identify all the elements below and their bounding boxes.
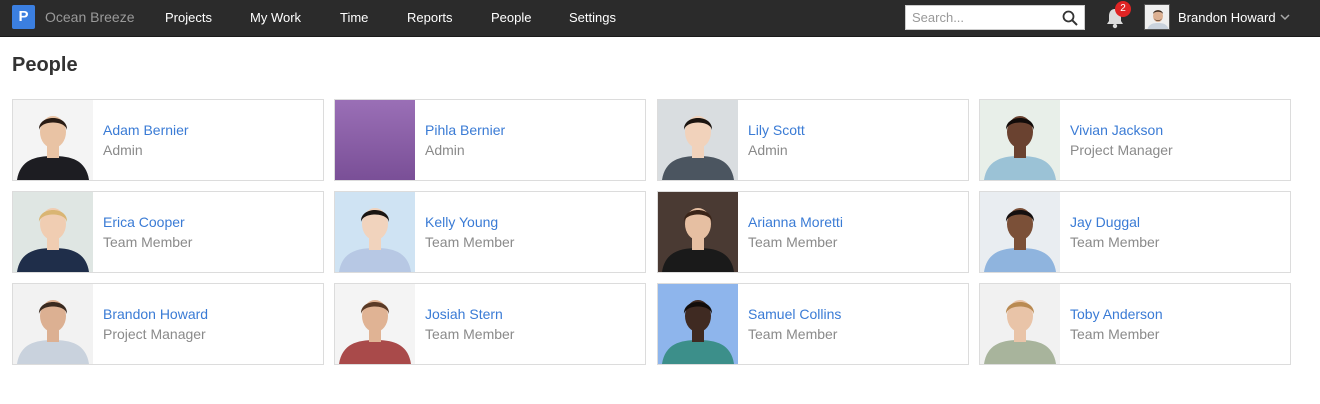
- page-title: People: [12, 54, 78, 76]
- person-card[interactable]: Erica Cooper Team Member: [12, 191, 324, 273]
- person-card[interactable]: Samuel Collins Team Member: [657, 283, 969, 365]
- person-role: Team Member: [748, 234, 838, 250]
- nav-projects[interactable]: Projects: [165, 10, 212, 25]
- person-name-link[interactable]: Adam Bernier: [103, 122, 189, 138]
- person-card[interactable]: Toby Anderson Team Member: [979, 283, 1291, 365]
- person-name-link[interactable]: Jay Duggal: [1070, 214, 1140, 230]
- person-name-link[interactable]: Toby Anderson: [1070, 306, 1163, 322]
- person-photo-image: [335, 100, 415, 180]
- user-avatar-image: [1145, 5, 1169, 29]
- nav-my-work[interactable]: My Work: [250, 10, 301, 25]
- person-role: Admin: [103, 142, 143, 158]
- app-logo-icon[interactable]: P: [12, 5, 35, 29]
- person-photo[interactable]: [13, 100, 93, 180]
- person-name-link[interactable]: Lily Scott: [748, 122, 805, 138]
- person-card[interactable]: Jay Duggal Team Member: [979, 191, 1291, 273]
- search-input[interactable]: [906, 6, 1056, 29]
- person-role: Team Member: [748, 326, 838, 342]
- person-card[interactable]: Vivian Jackson Project Manager: [979, 99, 1291, 181]
- person-role: Team Member: [1070, 234, 1160, 250]
- person-photo[interactable]: [13, 284, 93, 364]
- person-card[interactable]: Pihla Bernier Admin: [334, 99, 646, 181]
- person-name-link[interactable]: Pihla Bernier: [425, 122, 505, 138]
- person-photo[interactable]: [13, 192, 93, 272]
- person-name-link[interactable]: Brandon Howard: [103, 306, 208, 322]
- person-role: Project Manager: [103, 326, 206, 342]
- person-photo[interactable]: [335, 284, 415, 364]
- person-name-link[interactable]: Kelly Young: [425, 214, 498, 230]
- person-name-link[interactable]: Arianna Moretti: [748, 214, 843, 230]
- user-menu-name[interactable]: Brandon Howard: [1178, 10, 1276, 25]
- person-card[interactable]: Brandon Howard Project Manager: [12, 283, 324, 365]
- person-role: Team Member: [425, 234, 515, 250]
- person-photo[interactable]: [335, 192, 415, 272]
- person-photo-image: [658, 100, 738, 180]
- person-role: Team Member: [425, 326, 515, 342]
- person-photo[interactable]: [980, 192, 1060, 272]
- person-photo[interactable]: [980, 284, 1060, 364]
- person-role: Admin: [425, 142, 465, 158]
- person-role: Admin: [748, 142, 788, 158]
- person-photo-image: [13, 192, 93, 272]
- person-photo-image: [980, 284, 1060, 364]
- notification-count-badge: 2: [1115, 1, 1131, 17]
- search-box: [905, 5, 1085, 30]
- person-card[interactable]: Adam Bernier Admin: [12, 99, 324, 181]
- person-photo[interactable]: [658, 284, 738, 364]
- nav-reports[interactable]: Reports: [407, 10, 453, 25]
- person-photo[interactable]: [980, 100, 1060, 180]
- nav-settings[interactable]: Settings: [569, 10, 616, 25]
- person-photo-image: [658, 192, 738, 272]
- person-photo-image: [335, 284, 415, 364]
- search-icon[interactable]: [1062, 10, 1078, 26]
- nav-people[interactable]: People: [491, 10, 531, 25]
- person-photo-image: [658, 284, 738, 364]
- person-card[interactable]: Kelly Young Team Member: [334, 191, 646, 273]
- person-name-link[interactable]: Erica Cooper: [103, 214, 185, 230]
- person-photo[interactable]: [658, 192, 738, 272]
- top-navigation-bar: P Ocean Breeze Projects My Work Time Rep…: [0, 0, 1320, 37]
- person-card[interactable]: Lily Scott Admin: [657, 99, 969, 181]
- person-photo-image: [980, 192, 1060, 272]
- person-role: Team Member: [1070, 326, 1160, 342]
- person-photo-image: [335, 192, 415, 272]
- person-photo-image: [980, 100, 1060, 180]
- person-role: Project Manager: [1070, 142, 1173, 158]
- workspace-name[interactable]: Ocean Breeze: [45, 9, 135, 25]
- person-name-link[interactable]: Josiah Stern: [425, 306, 503, 322]
- person-card[interactable]: Arianna Moretti Team Member: [657, 191, 969, 273]
- user-avatar[interactable]: [1144, 4, 1170, 30]
- person-photo-image: [13, 284, 93, 364]
- chevron-down-icon[interactable]: [1279, 11, 1291, 23]
- person-name-link[interactable]: Samuel Collins: [748, 306, 841, 322]
- person-photo-image: [13, 100, 93, 180]
- person-photo[interactable]: [658, 100, 738, 180]
- nav-time[interactable]: Time: [340, 10, 368, 25]
- person-name-link[interactable]: Vivian Jackson: [1070, 122, 1163, 138]
- person-card[interactable]: Josiah Stern Team Member: [334, 283, 646, 365]
- person-photo[interactable]: [335, 100, 415, 180]
- person-role: Team Member: [103, 234, 193, 250]
